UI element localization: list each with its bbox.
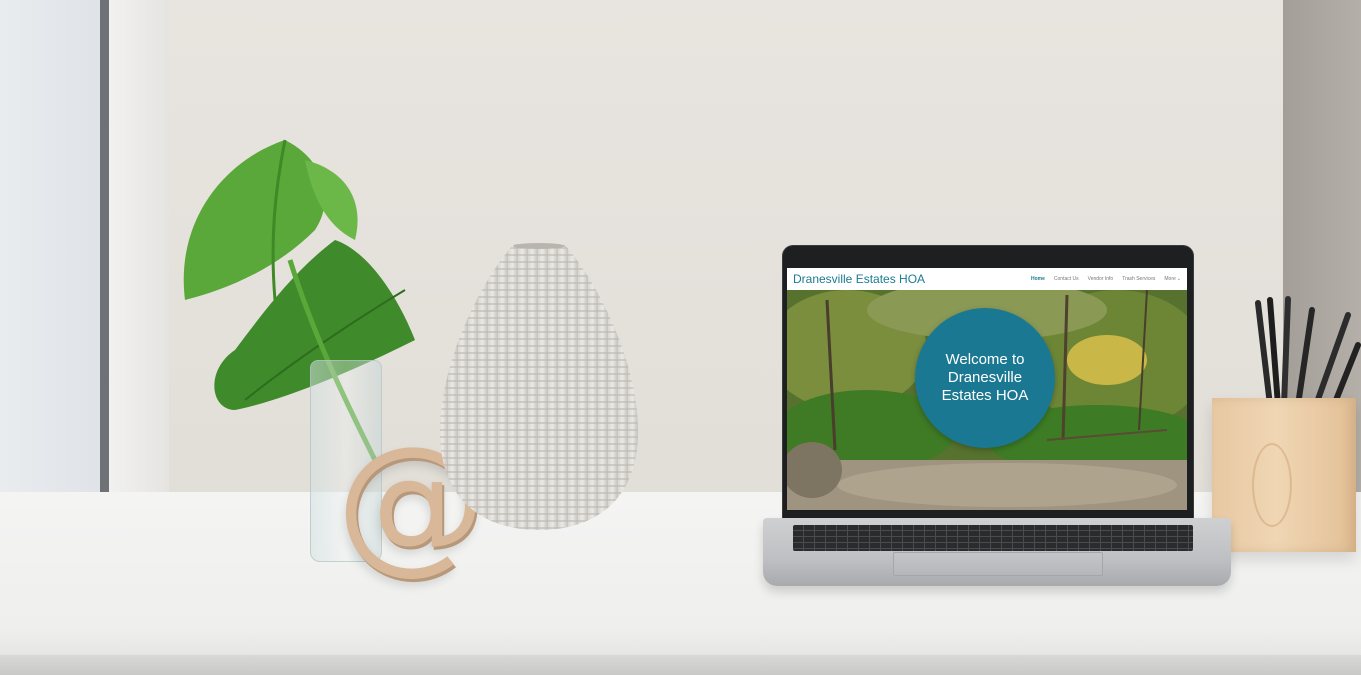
window-reveal <box>109 0 169 515</box>
site-header: Dranesville Estates HOA Home Contact Us … <box>787 268 1187 290</box>
laptop-trackpad <box>893 552 1103 576</box>
nav-contact-us[interactable]: Contact Us <box>1054 276 1079 282</box>
nav-trash-services[interactable]: Trash Services <box>1122 276 1155 282</box>
pencils <box>1255 296 1361 408</box>
desk-edge <box>0 655 1361 675</box>
site-nav: Home Contact Us Vendor Info Trash Servic… <box>1031 276 1181 282</box>
hero-banner: Welcome to Dranesville Estates HOA <box>787 290 1187 510</box>
nav-home[interactable]: Home <box>1031 276 1045 282</box>
hero-heading: Welcome to Dranesville Estates HOA <box>941 351 1029 404</box>
window-frame <box>100 0 109 525</box>
site-title[interactable]: Dranesville Estates HOA <box>793 272 925 286</box>
laptop-keyboard <box>793 525 1193 551</box>
nav-more[interactable]: More⌄ <box>1164 276 1181 282</box>
hero-welcome-circle: Welcome to Dranesville Estates HOA <box>915 308 1055 448</box>
nav-more-label: More <box>1164 276 1176 282</box>
chevron-down-icon: ⌄ <box>1176 276 1181 282</box>
wood-knot <box>1252 443 1292 527</box>
photo-scene: @ Dranesville Estates HOA Home Contact U… <box>0 0 1361 675</box>
nav-vendor-info[interactable]: Vendor Info <box>1088 276 1114 282</box>
wooden-pencil-cup <box>1212 398 1356 552</box>
laptop-screen: Dranesville Estates HOA Home Contact Us … <box>787 268 1187 510</box>
window-pane <box>0 0 104 560</box>
ceramic-vase <box>440 243 638 530</box>
